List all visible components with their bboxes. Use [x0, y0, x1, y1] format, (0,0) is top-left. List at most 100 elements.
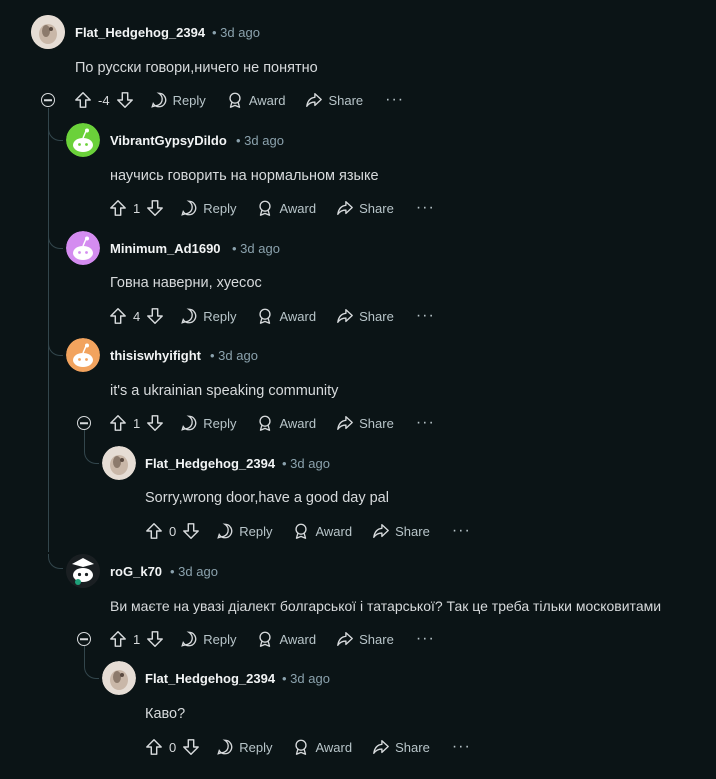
avatar[interactable]: [66, 123, 100, 157]
share-button[interactable]: Share: [372, 522, 430, 540]
share-label: Share: [359, 415, 394, 431]
comment-icon: [181, 415, 197, 431]
share-label: Share: [395, 523, 430, 539]
avatar[interactable]: [102, 661, 136, 695]
award-label: Award: [279, 200, 317, 216]
user-avatar-icon: [102, 446, 136, 480]
more-options-button[interactable]: ···: [452, 522, 471, 540]
downvote-icon[interactable]: [146, 199, 164, 217]
award-icon: [295, 523, 308, 539]
award-button[interactable]: Award: [292, 522, 352, 540]
award-button[interactable]: Award: [292, 738, 352, 756]
upvote-icon[interactable]: [109, 630, 127, 648]
avatar[interactable]: [66, 338, 100, 372]
comment-icon: [217, 523, 233, 539]
comment-author[interactable]: roG_k70: [110, 564, 162, 579]
comment-icon: [150, 92, 166, 108]
share-label: Share: [359, 200, 394, 216]
upvote-icon[interactable]: [74, 91, 92, 109]
upvote-icon[interactable]: [109, 307, 127, 325]
share-icon: [337, 201, 353, 215]
comment-timestamp: • 3d ago: [170, 564, 218, 579]
thread-branch: [84, 664, 99, 679]
reply-label: Reply: [203, 631, 237, 647]
comment-actions: 1 Reply Award Share ···: [109, 195, 435, 221]
upvote-icon[interactable]: [145, 522, 163, 540]
avatar[interactable]: [66, 554, 100, 588]
reply-button[interactable]: Reply: [180, 630, 236, 648]
downvote-icon[interactable]: [116, 91, 134, 109]
share-button[interactable]: Share: [305, 91, 363, 109]
reply-button[interactable]: Reply: [180, 199, 236, 217]
reply-label: Reply: [203, 308, 237, 324]
comment-author[interactable]: VibrantGypsyDildo: [110, 133, 227, 148]
comment-actions: 0 Reply Award Share ···: [145, 518, 471, 544]
vote-control: 4: [109, 307, 164, 325]
comment-author[interactable]: Flat_Hedgehog_2394: [75, 25, 205, 40]
reply-button[interactable]: Reply: [180, 414, 236, 432]
share-label: Share: [328, 92, 364, 108]
upvote-icon[interactable]: [145, 738, 163, 756]
vote-control: 0: [145, 522, 200, 540]
share-button[interactable]: Share: [336, 199, 394, 217]
reply-button[interactable]: Reply: [216, 522, 272, 540]
share-button[interactable]: Share: [336, 630, 394, 648]
award-label: Award: [279, 308, 317, 324]
award-button[interactable]: Award: [256, 630, 316, 648]
more-options-button[interactable]: ···: [452, 738, 471, 756]
reply-button[interactable]: Reply: [150, 91, 206, 109]
reply-label: Reply: [239, 739, 273, 755]
comment-author[interactable]: thisiswhyifight: [110, 348, 201, 363]
award-icon: [259, 631, 272, 647]
comment-actions: 1 Reply Award Share ···: [109, 410, 435, 436]
award-label: Award: [315, 739, 353, 755]
more-options-button[interactable]: ···: [416, 630, 435, 648]
time-text: 3d ago: [240, 241, 280, 256]
award-button[interactable]: Award: [226, 91, 286, 109]
reply-label: Reply: [172, 92, 206, 108]
more-options-button[interactable]: ···: [416, 199, 435, 217]
more-options-button[interactable]: ···: [416, 414, 435, 432]
share-icon: [373, 524, 389, 538]
avatar[interactable]: [102, 446, 136, 480]
downvote-icon[interactable]: [182, 738, 200, 756]
award-label: Award: [248, 92, 286, 108]
share-button[interactable]: Share: [336, 307, 394, 325]
downvote-icon[interactable]: [146, 630, 164, 648]
share-icon: [337, 416, 353, 430]
share-button[interactable]: Share: [336, 414, 394, 432]
upvote-icon[interactable]: [109, 414, 127, 432]
comment-timestamp: • 3d ago: [282, 456, 330, 471]
award-button[interactable]: Award: [256, 307, 316, 325]
downvote-icon[interactable]: [146, 307, 164, 325]
downvote-icon[interactable]: [182, 522, 200, 540]
share-icon: [337, 309, 353, 323]
avatar[interactable]: [66, 231, 100, 265]
time-text: 3d ago: [290, 456, 330, 471]
collapse-thread-button[interactable]: [77, 632, 91, 646]
downvote-icon[interactable]: [146, 414, 164, 432]
collapse-thread-button[interactable]: [77, 416, 91, 430]
share-icon: [337, 632, 353, 646]
award-button[interactable]: Award: [256, 414, 316, 432]
reply-button[interactable]: Reply: [180, 307, 236, 325]
thread-line: [48, 108, 49, 552]
reply-button[interactable]: Reply: [216, 738, 272, 756]
more-options-button[interactable]: ···: [385, 91, 404, 109]
comment-author[interactable]: Minimum_Ad1690: [110, 241, 221, 256]
collapse-thread-button[interactable]: [41, 93, 55, 107]
vote-control: -4: [74, 91, 134, 109]
vote-control: 1: [109, 630, 164, 648]
snoo-avatar-icon: [66, 123, 100, 157]
comment-timestamp: • 3d ago: [232, 241, 280, 256]
comment-author[interactable]: Flat_Hedgehog_2394: [145, 456, 275, 471]
share-label: Share: [359, 308, 394, 324]
share-label: Share: [395, 739, 430, 755]
award-button[interactable]: Award: [256, 199, 316, 217]
avatar[interactable]: [31, 15, 65, 49]
comment-author[interactable]: Flat_Hedgehog_2394: [145, 671, 275, 686]
comment-body: Ви маєте на увазі діалект болгарської і …: [110, 598, 662, 614]
more-options-button[interactable]: ···: [416, 307, 435, 325]
upvote-icon[interactable]: [109, 199, 127, 217]
share-button[interactable]: Share: [372, 738, 430, 756]
